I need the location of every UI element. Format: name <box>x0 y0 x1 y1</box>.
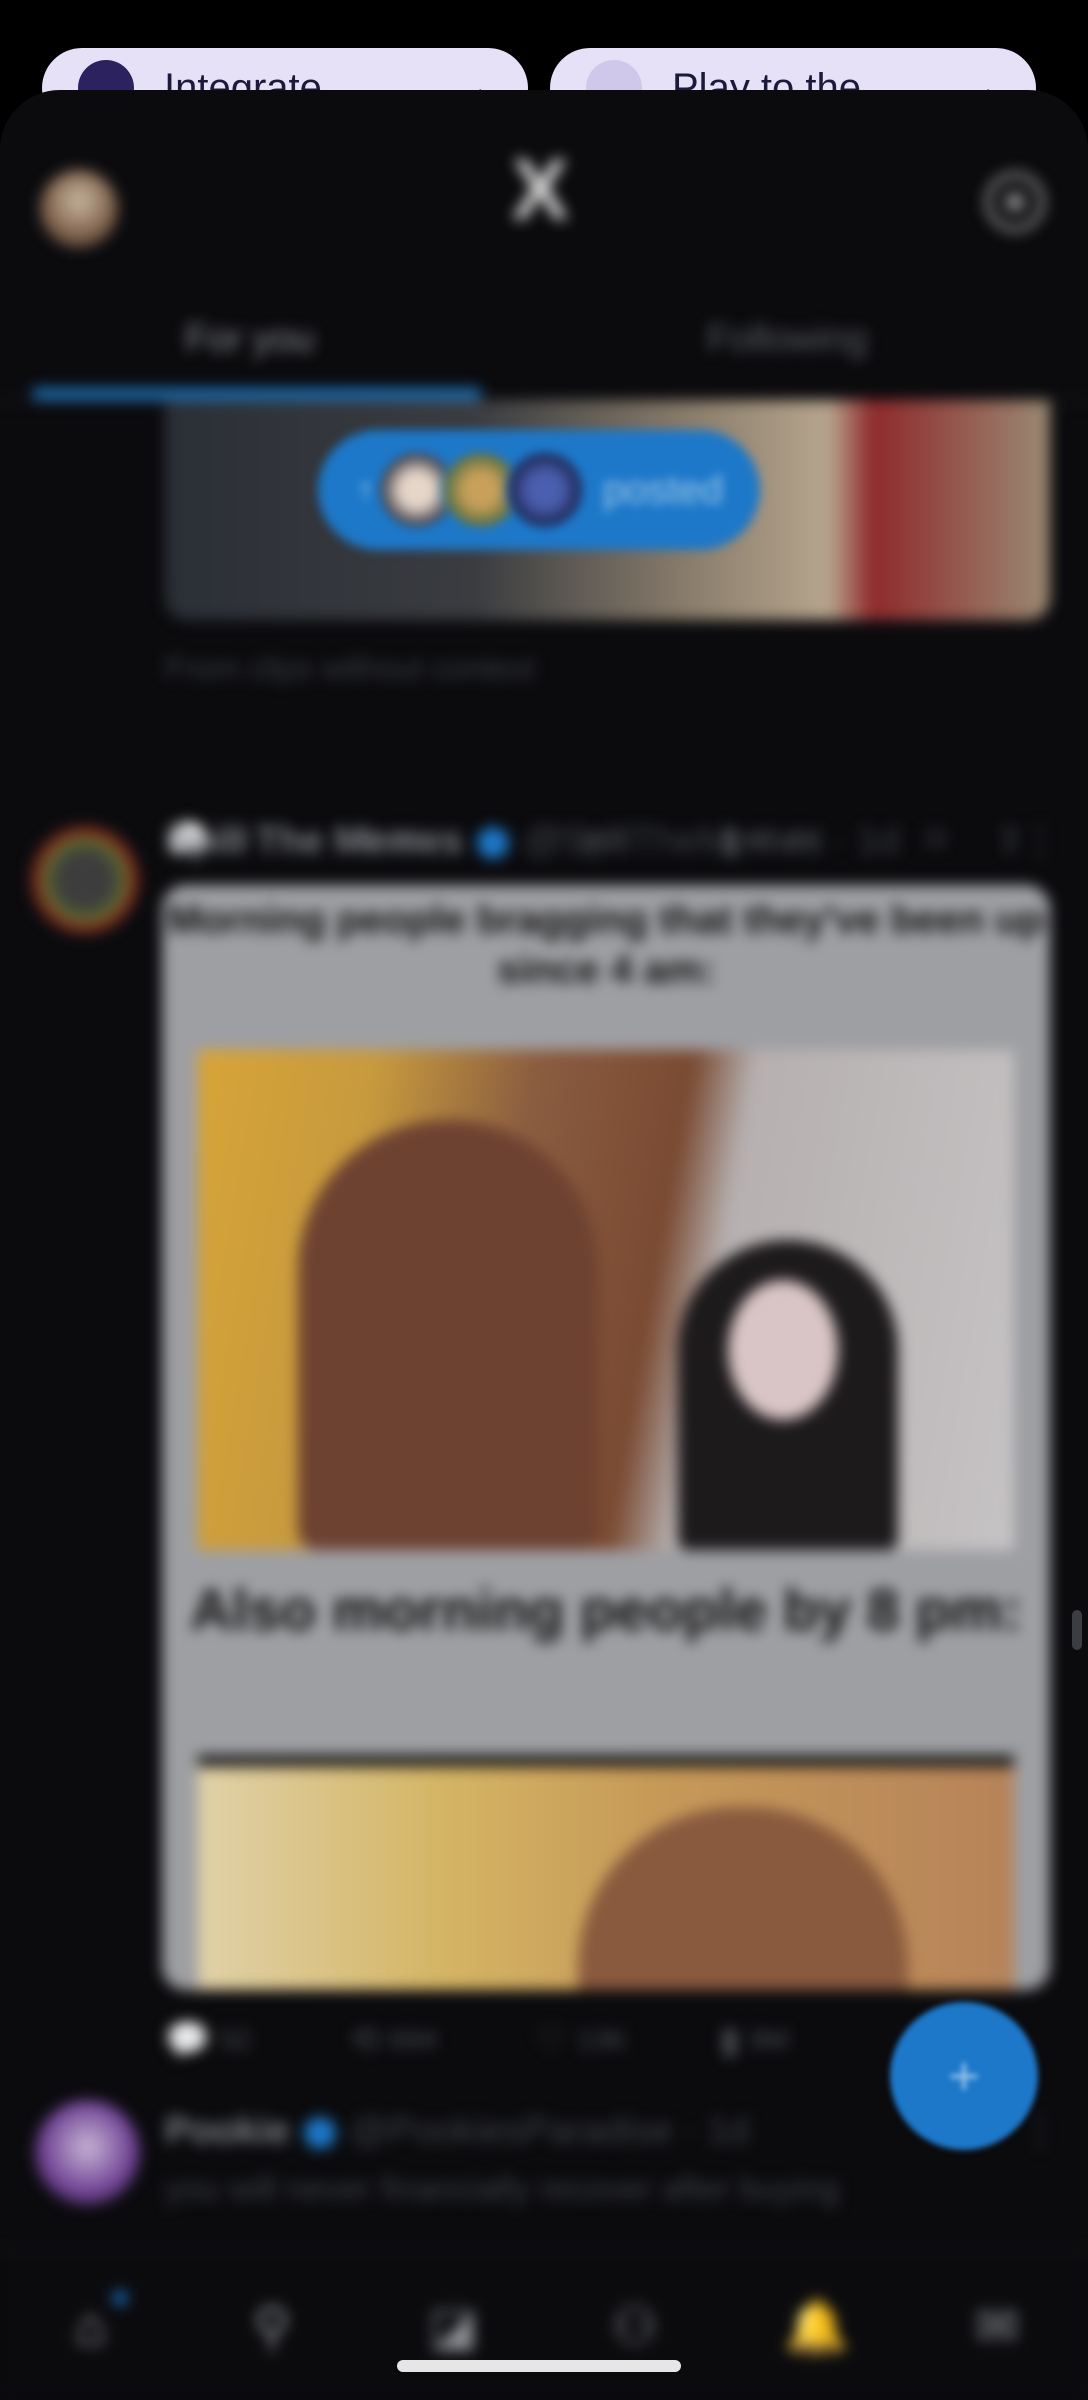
meme-figure-face <box>728 1280 838 1420</box>
author-name[interactable]: Spill The Memes <box>165 820 463 862</box>
tab-following[interactable]: Following <box>707 318 868 361</box>
messages-icon[interactable]: ✉ <box>965 2295 1029 2359</box>
post-header: Pookie @PookiesParadise · 1d <box>165 2110 749 2153</box>
views-icon: ▮ <box>720 2019 740 2060</box>
meme-panel-top <box>198 1050 1014 1550</box>
notifications-icon[interactable]: 🔔 <box>784 2295 849 2359</box>
verified-badge-icon <box>303 2116 336 2149</box>
grok-icon[interactable]: ◪ <box>421 2295 485 2359</box>
new-content-dot <box>112 2291 127 2305</box>
poster-avatar <box>505 450 585 530</box>
meme-bottom-caption: Also morning people by 8 pm: <box>190 1578 1022 1643</box>
active-tab-indicator <box>32 388 482 400</box>
like-count: 13K <box>577 2024 628 2055</box>
post-text: you will never financially recover after… <box>165 2170 840 2208</box>
meme-image[interactable]: Morning people bragging that they've bee… <box>162 885 1050 1990</box>
tab-for-you[interactable]: For you <box>185 318 314 361</box>
meme-figure <box>578 1807 908 1990</box>
blurred-app-sheet: X For you Following From clips without c… <box>0 90 1088 2400</box>
like-button[interactable]: ♡ 13K <box>535 2019 720 2061</box>
author-avatar[interactable] <box>30 825 140 935</box>
views-count: 9M <box>749 2024 789 2055</box>
gesture-navigation-bar[interactable] <box>397 2360 681 2372</box>
meme-top-caption: Morning people bragging that they've bee… <box>167 898 1045 992</box>
repost-count: 694 <box>390 2024 437 2055</box>
repost-button[interactable]: ⟲ 694 <box>350 2019 535 2061</box>
home-icon[interactable]: ⌂ <box>59 2291 127 2359</box>
x-logo-icon: X <box>511 142 569 238</box>
meme-figure <box>298 1120 598 1550</box>
bottom-navigation: ⌂ ⚲ ◪ ⚇ 🔔 ✉ <box>0 2250 1088 2400</box>
reply-icon: 💬 <box>165 2019 210 2060</box>
bookmark-icon[interactable]: ⌑ <box>926 819 944 861</box>
post-header: Spill The Memes @SpillTheMemes · 1d <box>165 820 899 863</box>
more-options-icon[interactable]: ⋮ <box>1020 818 1060 864</box>
meme-panel-bottom <box>198 1755 1014 1990</box>
like-icon: ♡ <box>535 2019 568 2060</box>
arrow-up-icon: ↑ <box>358 473 373 506</box>
views-button[interactable]: ▮ 9M <box>720 2019 905 2061</box>
search-icon[interactable]: ⚲ <box>240 2295 304 2359</box>
new-posts-label: posted <box>603 467 724 512</box>
author-handle: @PookiesParadise · 1d <box>349 2110 750 2152</box>
author-handle: @SpillTheMemes · 1d <box>522 820 900 862</box>
new-posts-pill[interactable]: ↑ posted <box>318 430 760 550</box>
timeline-tabs: For you Following <box>0 290 1088 402</box>
author-avatar[interactable] <box>35 2100 140 2205</box>
reply-button[interactable]: 💬 52 <box>165 2019 350 2061</box>
home-glyph: ⌂ <box>74 2298 107 2356</box>
reply-count: 52 <box>219 2024 251 2055</box>
edge-panel-handle[interactable] <box>1072 1610 1082 1650</box>
compose-post-button[interactable]: + <box>890 2002 1038 2150</box>
profile-avatar[interactable] <box>40 170 118 248</box>
author-name[interactable]: Pookie <box>165 2110 290 2152</box>
communities-icon[interactable]: ⚇ <box>603 2295 667 2359</box>
settings-icon[interactable] <box>985 172 1045 232</box>
post-caption: From clips without context <box>165 650 535 686</box>
verified-badge-icon <box>476 826 509 859</box>
repost-icon: ⟲ <box>350 2019 381 2060</box>
